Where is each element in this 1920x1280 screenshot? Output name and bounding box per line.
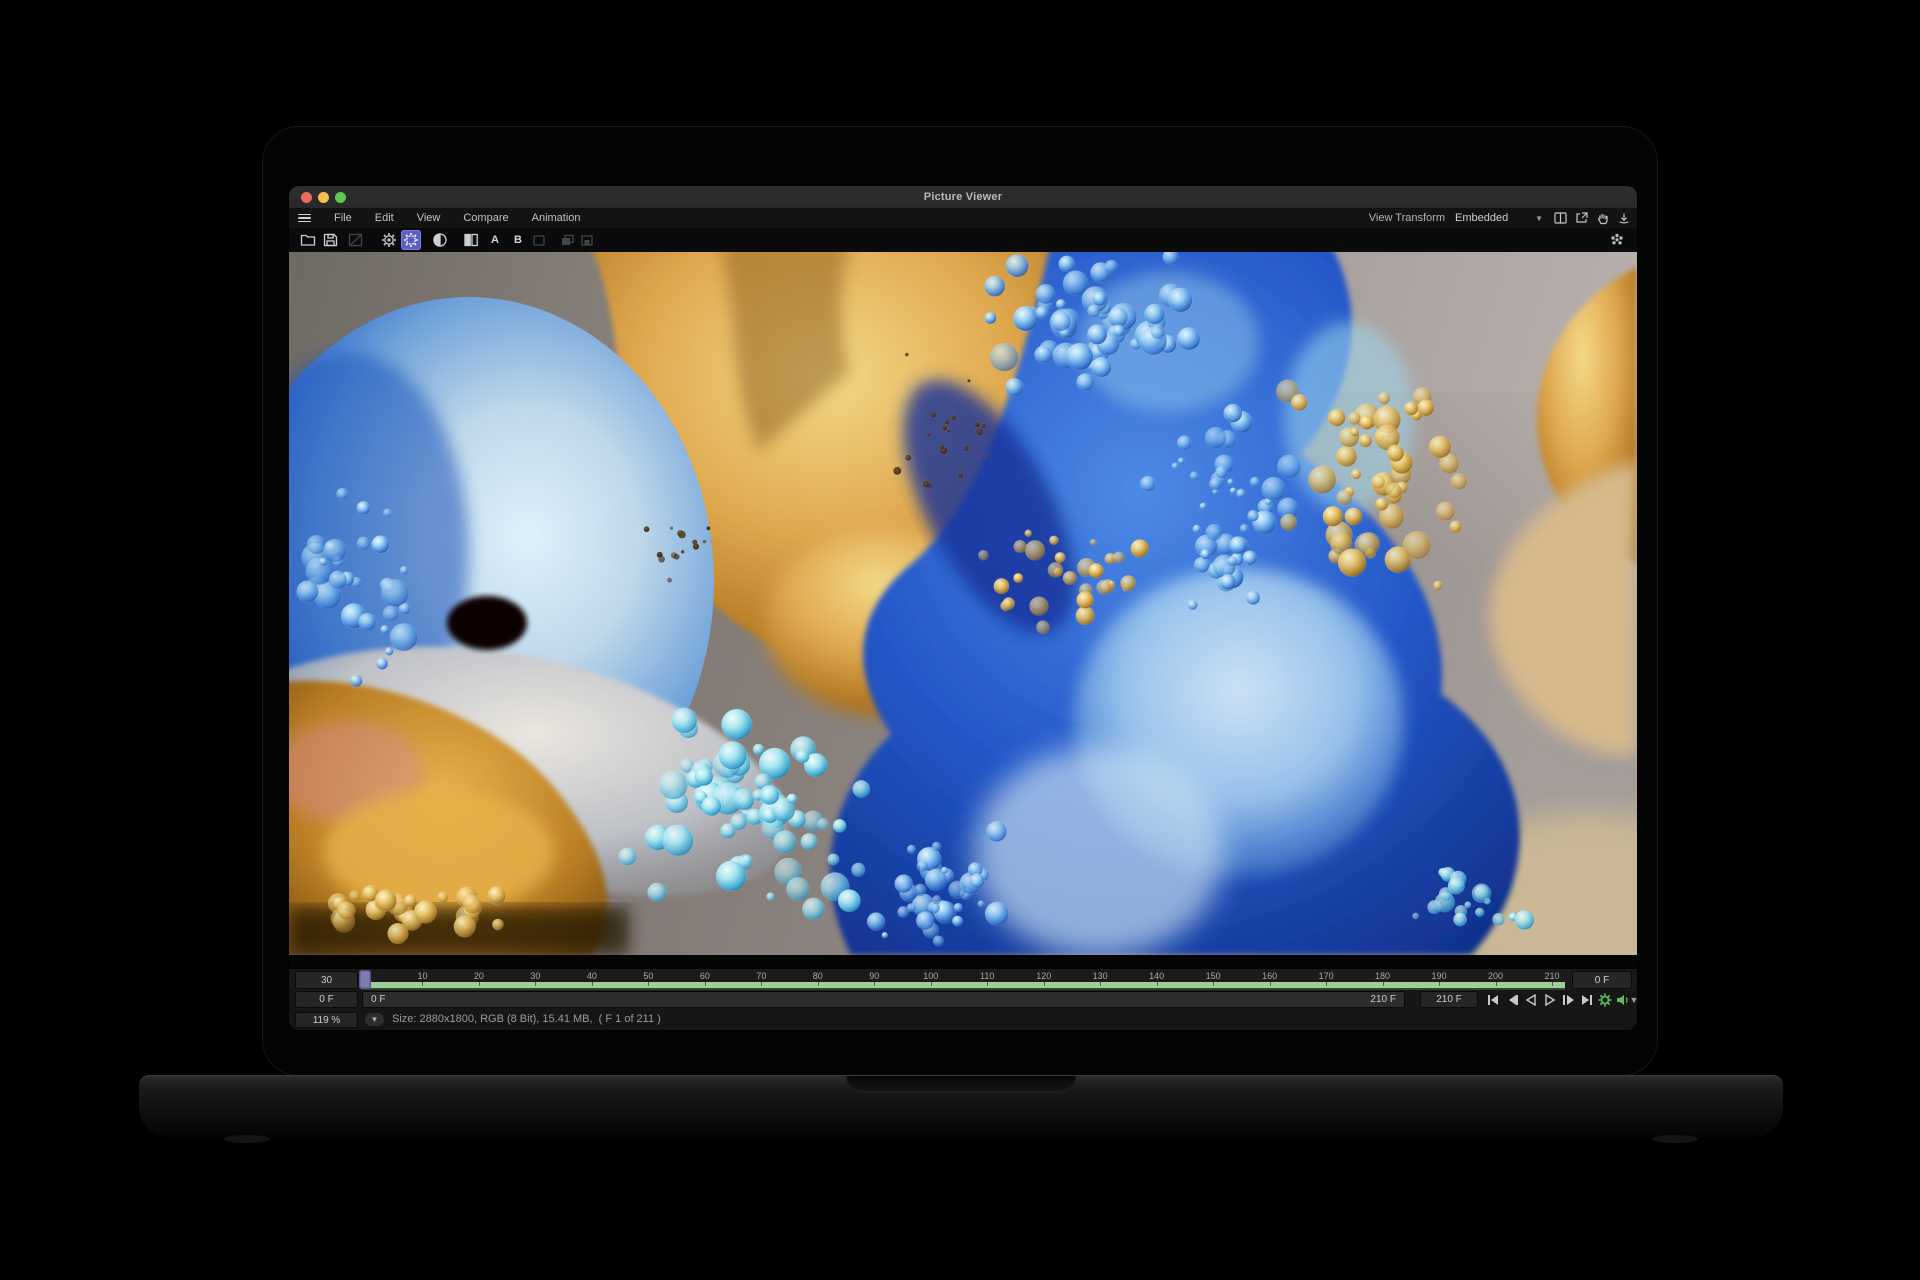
ruler-tick-label: 150: [1206, 971, 1221, 981]
rendered-image: [289, 252, 1637, 955]
split-view-icon[interactable]: [1553, 211, 1568, 226]
menu-compare[interactable]: Compare: [463, 212, 508, 224]
ruler-tick-label: 10: [417, 971, 427, 981]
range-start-label: 0 F: [371, 994, 385, 1005]
playhead-marker[interactable]: [359, 970, 371, 989]
fps-field[interactable]: 30: [295, 971, 358, 989]
clear-image-button[interactable]: [345, 230, 365, 250]
pan-hand-icon[interactable]: [1595, 211, 1610, 226]
playback-settings-gear-icon[interactable]: [1596, 992, 1614, 1008]
ruler-tick-label: 110: [980, 971, 994, 981]
lid-scoop-notch: [846, 1076, 1076, 1093]
title-bar[interactable]: Picture Viewer: [289, 186, 1637, 208]
ruler-tick-label: 30: [530, 971, 540, 981]
previous-frame-button[interactable]: [1503, 992, 1521, 1008]
laptop-foot: [224, 1135, 270, 1143]
end-frame-field[interactable]: 210 F: [1420, 991, 1478, 1008]
close-button[interactable]: [301, 192, 312, 203]
window-title: Picture Viewer: [924, 191, 1002, 203]
view-transform-dropdown[interactable]: Embedded ▼: [1451, 211, 1547, 226]
detach-window-icon[interactable]: [1574, 211, 1589, 226]
picture-viewer-window: Picture Viewer File Edit View Compare An…: [289, 186, 1637, 1030]
menu-animation[interactable]: Animation: [532, 212, 581, 224]
ruler-tick-label: 200: [1488, 971, 1503, 981]
zoom-button[interactable]: [335, 192, 346, 203]
ruler-tick-label: 120: [1036, 971, 1051, 981]
chevron-down-icon: ▼: [1535, 214, 1543, 223]
range-end-label: 210 F: [1370, 994, 1396, 1005]
ruler-tick-label: 70: [756, 971, 766, 981]
playback-options-caret[interactable]: ▼: [1629, 992, 1637, 1008]
laptop-foot: [1652, 1135, 1698, 1143]
ruler-tick-label: 50: [643, 971, 653, 981]
ruler-tick-label: 130: [1093, 971, 1108, 981]
menu-bar: File Edit View Compare Animation View Tr…: [289, 208, 1637, 228]
filter-color-wheel-icon[interactable]: [1607, 230, 1627, 250]
minimize-button[interactable]: [318, 192, 329, 203]
menu-file[interactable]: File: [334, 212, 352, 224]
status-bar: 119 % ▼ Size: 2880x1800, RGB (8 Bit), 15…: [289, 1010, 1637, 1030]
ruler-tick-label: 170: [1319, 971, 1334, 981]
cancel-render-gear-button[interactable]: [379, 230, 399, 250]
contrast-icon-button[interactable]: [430, 230, 450, 250]
laptop-base: [139, 1075, 1783, 1137]
ruler-tick-label: 100: [923, 971, 938, 981]
image-viewer-canvas[interactable]: [289, 252, 1637, 968]
hamburger-menu-icon[interactable]: [298, 214, 311, 223]
play-backward-button[interactable]: [1522, 992, 1540, 1008]
ruler-tick-label: 190: [1432, 971, 1447, 981]
ruler-tick-label: 40: [587, 971, 597, 981]
timeline-ruler[interactable]: 10 20 30 40 50 60 70 80 90 100 110 120 130 140 150 160 1…: [362, 969, 1572, 991]
zoom-dropdown-caret[interactable]: ▼: [365, 1013, 384, 1026]
menu-view[interactable]: View: [417, 212, 441, 224]
ruler-tick-label: 180: [1375, 971, 1390, 981]
goto-end-button[interactable]: [1578, 992, 1596, 1008]
toolbar: A B: [289, 228, 1637, 252]
ruler-tick-label: 20: [474, 971, 484, 981]
current-frame-field[interactable]: 0 F: [295, 991, 358, 1008]
menu-edit[interactable]: Edit: [375, 212, 394, 224]
frame-box-right[interactable]: 0 F: [1572, 971, 1632, 989]
ruler-tick-label: 80: [813, 971, 823, 981]
ruler-tick-label: 140: [1149, 971, 1164, 981]
save-copy-button[interactable]: [577, 230, 597, 250]
view-transform-label: View Transform: [1369, 212, 1445, 224]
set-b-button[interactable]: B: [508, 230, 528, 250]
compare-ab-button[interactable]: [461, 230, 481, 250]
dock-down-icon[interactable]: [1616, 211, 1631, 226]
ruler-tick-label: 60: [700, 971, 710, 981]
open-folder-button[interactable]: [298, 230, 318, 250]
image-info-text: Size: 2880x1800, RGB (8 Bit), 15.41 MB, …: [392, 1013, 661, 1025]
swap-ab-button[interactable]: [529, 230, 549, 250]
next-frame-button[interactable]: [1560, 992, 1578, 1008]
copy-image-button[interactable]: [557, 230, 577, 250]
zoom-level-field[interactable]: 119 %: [295, 1012, 358, 1028]
ruler-tick-label: 90: [869, 971, 879, 981]
play-forward-button[interactable]: [1541, 992, 1559, 1008]
timeline-ruler-row: 30 1020304050607080901001101201301401501…: [289, 968, 1637, 990]
render-settings-gear-button-selected[interactable]: [401, 230, 421, 250]
timeline-range-row: 0 F 0 F 210 F 210 F ▼: [289, 990, 1637, 1010]
save-button[interactable]: [320, 230, 340, 250]
goto-start-button[interactable]: [1484, 992, 1502, 1008]
frame-range-slider[interactable]: 0 F 210 F: [362, 991, 1405, 1008]
ruler-tick-label: 210: [1544, 971, 1559, 981]
set-a-button[interactable]: A: [485, 230, 505, 250]
ruler-tick-label: 160: [1262, 971, 1277, 981]
